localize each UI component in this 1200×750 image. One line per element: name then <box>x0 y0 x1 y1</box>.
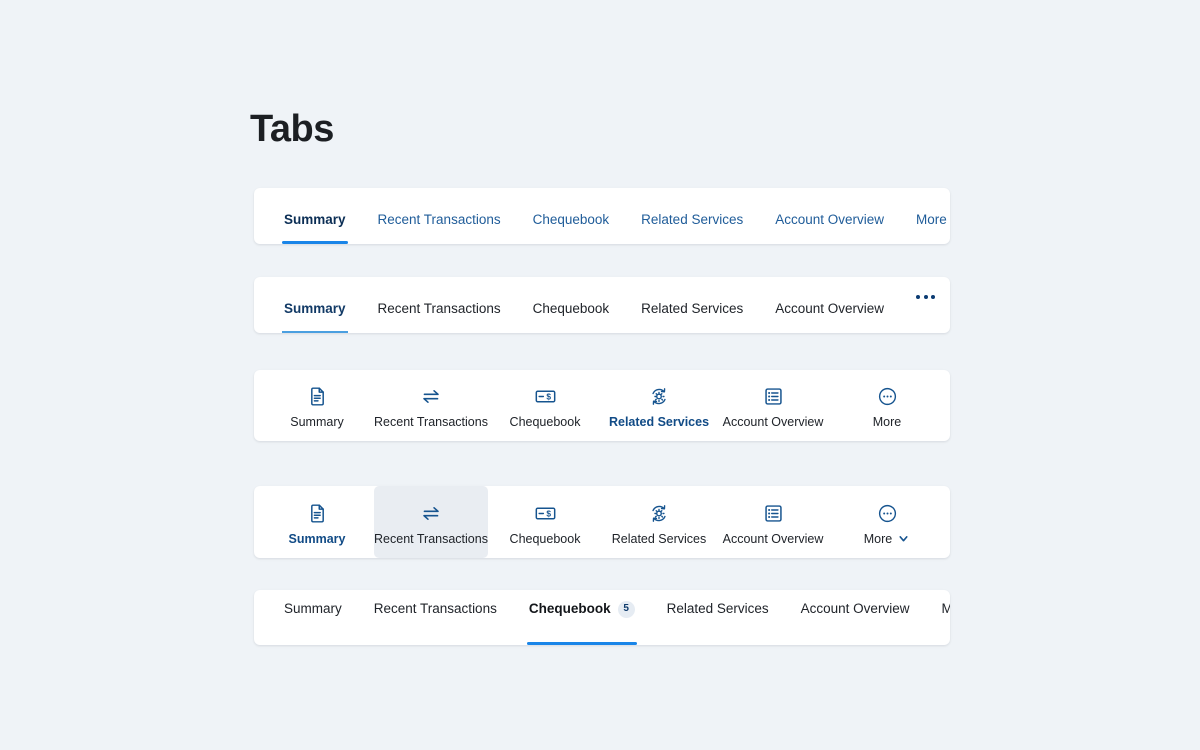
tab-account-overview[interactable]: Account Overview <box>759 188 900 244</box>
tab-recent-transactions[interactable]: Recent Transactions <box>358 590 513 645</box>
tab-related-services[interactable]: Related Services <box>625 188 759 244</box>
document-icon <box>307 503 328 525</box>
tab-summary[interactable]: Summary <box>268 277 362 333</box>
tab-related-services[interactable]: Related Services <box>651 590 785 645</box>
list-view-icon <box>763 503 784 525</box>
tab-more[interactable]: More <box>830 486 944 558</box>
tab-label: Related Services <box>608 415 710 429</box>
svg-text:$: $ <box>546 392 551 402</box>
tab-label: Chequebook <box>528 601 611 617</box>
tab-label: More <box>863 531 893 546</box>
tab-label: Account Overview <box>722 415 824 429</box>
tab-summary[interactable]: Summary <box>260 486 374 558</box>
tab-bar-underline-overflow: Summary Recent Transactions Chequebook R… <box>254 277 950 333</box>
gear-refresh-icon <box>648 386 670 408</box>
active-indicator <box>282 331 348 333</box>
tab-label: Chequebook <box>509 531 581 546</box>
tab-recent-transactions[interactable]: Recent Transactions <box>374 486 488 558</box>
active-indicator <box>282 240 348 244</box>
tab-label: Account Overview <box>775 300 885 316</box>
tab-label: Related Services <box>611 531 707 546</box>
tab-account-overview[interactable]: Account Overview <box>716 486 830 558</box>
dot <box>923 295 928 299</box>
chevron-down-icon <box>897 532 910 545</box>
tab-chequebook[interactable]: Chequebook <box>517 277 626 333</box>
tab-account-overview[interactable]: Account Overview <box>716 370 830 441</box>
tab-bar-icons: Summary Recent Transactions $ Chequebook… <box>254 370 950 441</box>
tab-label: Account Overview <box>775 211 885 227</box>
tab-label: Account Overview <box>800 601 910 617</box>
tab-related-services[interactable]: Related Services <box>625 277 759 333</box>
tab-list: Summary Recent Transactions Chequebook R… <box>254 277 950 333</box>
tab-label: Recent Transactions <box>374 415 488 429</box>
tab-more[interactable]: More <box>830 370 944 441</box>
tab-list: Summary Recent Transactions $ Chequebook… <box>254 370 950 441</box>
tab-label-group: More <box>864 532 910 546</box>
tab-label: Summary <box>284 300 346 316</box>
cheque-dollar-icon: $ <box>533 503 558 525</box>
tab-label: Chequebook <box>509 415 581 429</box>
gear-refresh-icon <box>648 503 670 525</box>
tab-label: Summary <box>284 211 346 227</box>
tab-more[interactable]: More <box>925 590 950 645</box>
tab-label: More <box>941 601 950 617</box>
tab-label: Recent Transactions <box>377 300 501 316</box>
svg-text:$: $ <box>546 508 551 518</box>
tab-label: Chequebook <box>532 300 610 316</box>
tab-account-overview[interactable]: Account Overview <box>785 590 926 645</box>
tab-chequebook[interactable]: Chequebook <box>517 188 626 244</box>
tab-summary[interactable]: Summary <box>268 590 358 645</box>
tab-list: Summary Recent Transactions Chequebook R… <box>254 188 950 244</box>
tab-bar-icons-hover: Summary Recent Transactions $ Chequebook… <box>254 486 950 558</box>
tab-label: More <box>916 211 947 227</box>
tab-label: Recent Transactions <box>374 531 488 546</box>
tab-label: Summary <box>288 531 346 546</box>
page-title: Tabs <box>250 108 334 150</box>
ellipsis-circle-icon <box>877 503 898 525</box>
tab-list: Summary Recent Transactions $ Chequebook… <box>254 486 950 558</box>
tab-chequebook[interactable]: $ Chequebook <box>488 370 602 441</box>
active-indicator <box>526 641 637 645</box>
transfer-arrows-icon <box>419 503 443 525</box>
dot <box>931 295 936 299</box>
list-view-icon <box>763 386 784 408</box>
dot <box>916 295 921 299</box>
tab-label: Related Services <box>641 211 744 227</box>
tab-bar-with-badge: Summary Recent Transactions Chequebook 5… <box>254 590 950 645</box>
tab-recent-transactions[interactable]: Recent Transactions <box>362 277 517 333</box>
transfer-arrows-icon <box>419 386 443 408</box>
tab-label: Related Services <box>641 300 744 316</box>
cheque-dollar-icon: $ <box>533 386 558 408</box>
ellipsis-horizontal-icon[interactable] <box>900 277 950 333</box>
tab-related-services[interactable]: Related Services <box>602 370 716 441</box>
tab-related-services[interactable]: Related Services <box>602 486 716 558</box>
ellipsis-circle-icon <box>877 386 898 408</box>
tab-more[interactable]: More <box>900 188 950 244</box>
document-icon <box>307 386 328 408</box>
tab-label: Account Overview <box>722 531 824 546</box>
tab-chequebook[interactable]: $ Chequebook <box>488 486 602 558</box>
tab-summary[interactable]: Summary <box>268 188 362 244</box>
tab-bar-underline-blue: Summary Recent Transactions Chequebook R… <box>254 188 950 244</box>
tab-label: Summary <box>290 415 344 429</box>
tab-label: Summary <box>284 601 342 617</box>
tab-recent-transactions[interactable]: Recent Transactions <box>362 188 517 244</box>
tab-label: Recent Transactions <box>377 211 501 227</box>
tab-recent-transactions[interactable]: Recent Transactions <box>374 370 488 441</box>
status-badge: 5 <box>617 600 635 618</box>
tab-chequebook[interactable]: Chequebook 5 <box>513 590 651 645</box>
tab-label: Recent Transactions <box>373 601 497 617</box>
tab-account-overview[interactable]: Account Overview <box>759 277 900 333</box>
tab-label: More <box>872 415 902 429</box>
tab-label: Chequebook <box>532 211 610 227</box>
tab-label: Related Services <box>666 601 769 617</box>
tabs-showcase-page: Tabs Summary Recent Transactions Chequeb… <box>0 0 1200 750</box>
tab-list: Summary Recent Transactions Chequebook 5… <box>254 590 950 645</box>
tab-summary[interactable]: Summary <box>260 370 374 441</box>
